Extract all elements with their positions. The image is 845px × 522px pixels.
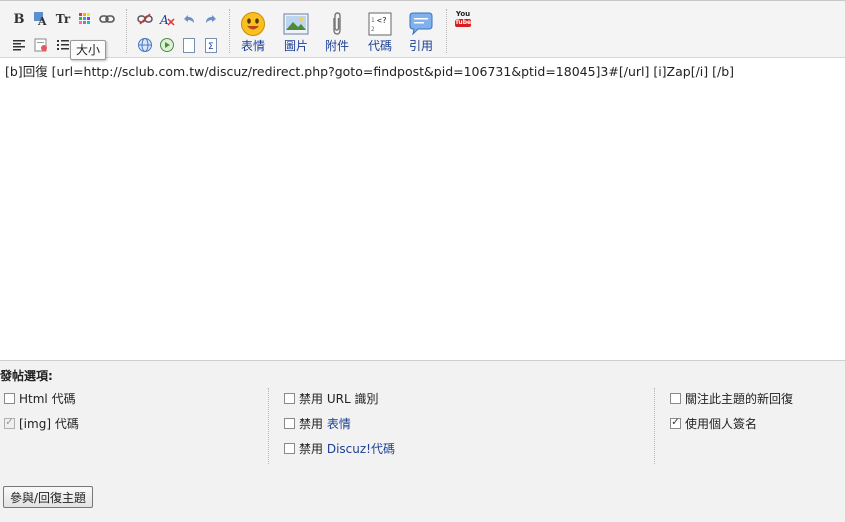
svg-text:Σ: Σ	[208, 42, 214, 52]
list-icon	[57, 39, 69, 50]
svg-text:A: A	[37, 15, 47, 27]
code-button[interactable]: 1 2 <? 代碼	[361, 11, 399, 55]
svg-text:<?: <?	[377, 16, 387, 25]
insert-table-button[interactable]	[136, 36, 154, 54]
link-icon	[99, 15, 115, 23]
undo-button[interactable]	[180, 10, 198, 28]
quote-label: 引用	[408, 39, 433, 53]
color-grid-icon	[79, 13, 90, 24]
paperclip-icon	[333, 12, 341, 35]
page-icon	[183, 37, 195, 53]
attachment-button[interactable]: 附件	[318, 11, 356, 55]
sum-button[interactable]: Σ	[202, 36, 220, 54]
smiley-icon	[241, 12, 265, 36]
undo-icon	[184, 15, 194, 23]
checkbox-html-code[interactable]	[4, 392, 15, 404]
option-label: 使用個人簽名	[685, 416, 758, 431]
option-img-code: ✓ [img] 代碼	[4, 415, 79, 431]
remove-format-button[interactable]: A	[158, 10, 176, 28]
font-color-button[interactable]: A	[32, 10, 50, 28]
code-icon: 1 2<?	[368, 12, 392, 36]
submit-reply-button[interactable]: 參與/回復主題	[3, 486, 93, 508]
remove-format-icon: A	[159, 13, 175, 26]
youtube-button[interactable]: You Tube	[455, 11, 471, 27]
image-label: 圖片	[283, 39, 308, 53]
option-prefix: 禁用	[299, 441, 324, 456]
option-label: Html 代碼	[19, 391, 76, 406]
align-left-button[interactable]	[10, 36, 28, 54]
checkbox-disable-url[interactable]	[284, 392, 295, 404]
link-button[interactable]	[98, 10, 116, 28]
redo-icon	[206, 15, 216, 23]
editor-toolbar: B A Tr A Σ 表情 圖片 附件 1 2 <? 代碼 引用 You Tub…	[0, 0, 845, 58]
code-label: 代碼	[367, 39, 392, 53]
discuz-code-link[interactable]: Discuz!代碼	[327, 440, 395, 457]
blank-page-button[interactable]	[180, 36, 198, 54]
checkbox-subscribe[interactable]	[670, 392, 681, 404]
image-button[interactable]: 圖片	[277, 11, 315, 55]
bold-button[interactable]: B	[10, 10, 28, 28]
checkbox-disable-discuz-code[interactable]	[284, 442, 295, 454]
format-icon	[34, 38, 47, 52]
tooltip: 大小	[70, 40, 106, 60]
play-icon	[160, 38, 174, 52]
checkbox-img-code: ✓	[4, 417, 15, 429]
attachment-label: 附件	[324, 39, 349, 53]
youtube-icon-top: You	[455, 10, 471, 18]
option-prefix: 禁用	[299, 391, 324, 406]
globe-icon	[138, 38, 152, 52]
font-color-icon: A	[34, 12, 47, 27]
option-label: 關注此主題的新回復	[685, 391, 794, 406]
quote-icon	[409, 12, 433, 36]
quote-button[interactable]: 引用	[402, 11, 440, 55]
format-button[interactable]	[32, 36, 50, 54]
checkbox-disable-smilies[interactable]	[284, 417, 295, 429]
sigma-icon: Σ	[205, 37, 217, 53]
option-disable-smilies[interactable]: 禁用 表情	[284, 415, 351, 431]
post-options-title: 發帖選項:	[0, 369, 53, 383]
unlink-icon	[137, 13, 153, 25]
youtube-icon-bottom: Tube	[455, 19, 472, 27]
svg-text:1: 1	[371, 17, 375, 24]
checkbox-use-signature[interactable]: ✓	[670, 417, 681, 429]
smilies-link[interactable]: 表情	[327, 415, 351, 432]
option-prefix: 禁用	[299, 416, 324, 431]
emoticon-button[interactable]: 表情	[234, 11, 272, 55]
option-label: URL 識別	[326, 391, 379, 406]
color-grid-button[interactable]	[76, 10, 94, 28]
editor-area[interactable]: B A Tr A Σ 表情 圖片 附件 1 2 <? 代碼 引用 You Tub…	[0, 0, 845, 361]
option-disable-discuz-code[interactable]: 禁用 Discuz!代碼	[284, 440, 395, 456]
option-disable-url[interactable]: 禁用 URL 識別	[284, 390, 378, 406]
media-button[interactable]	[158, 36, 176, 54]
option-subscribe[interactable]: 關注此主題的新回復	[670, 390, 793, 406]
option-use-signature[interactable]: ✓ 使用個人簽名	[670, 415, 757, 431]
font-size-button[interactable]: Tr	[54, 10, 72, 28]
option-html-code[interactable]: Html 代碼	[4, 390, 76, 406]
svg-text:A: A	[159, 13, 169, 26]
unlink-button[interactable]	[136, 10, 154, 28]
svg-text:2: 2	[371, 26, 375, 33]
emoticon-label: 表情	[240, 39, 265, 53]
option-label: [img] 代碼	[19, 416, 79, 431]
image-icon	[283, 13, 309, 35]
align-left-icon	[13, 39, 25, 50]
redo-button[interactable]	[202, 10, 220, 28]
editor-content[interactable]: [b]回復 [url=http://sclub.com.tw/discuz/re…	[5, 61, 734, 80]
